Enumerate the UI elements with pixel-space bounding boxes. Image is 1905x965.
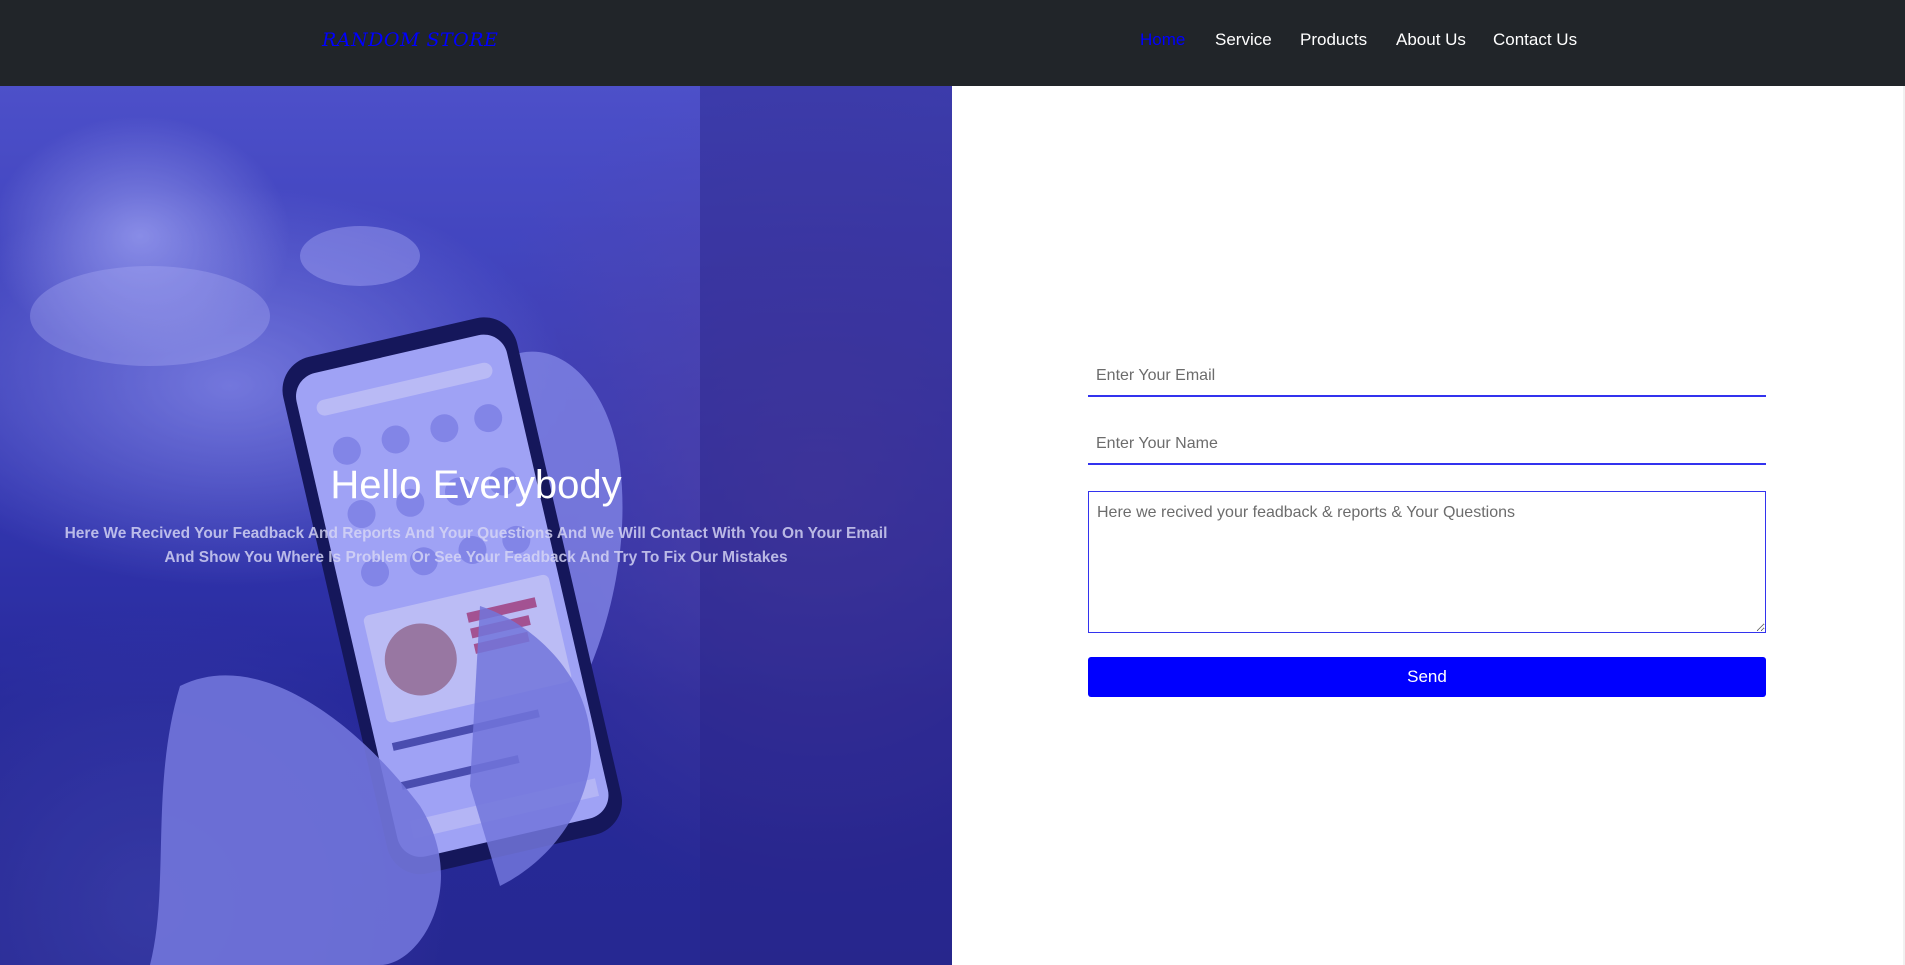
email-field[interactable] [1088, 357, 1766, 397]
nav-item-contact-us[interactable]: Contact Us [1493, 30, 1577, 50]
hero-description: Here We Recived Your Feadback And Report… [64, 525, 888, 566]
send-button[interactable]: Send [1088, 657, 1766, 697]
nav-item-home[interactable]: Home [1140, 30, 1185, 50]
brand-logo[interactable]: RANDOM STORE [322, 29, 498, 51]
hero-section: Hello Everybody Here We Recived Your Fea… [0, 86, 952, 965]
nav-item-products[interactable]: Products [1300, 30, 1367, 50]
nav-item-service[interactable]: Service [1215, 30, 1272, 50]
message-textarea[interactable] [1088, 491, 1766, 633]
name-field[interactable] [1088, 425, 1766, 465]
hero-title: Hello Everybody [330, 463, 622, 507]
nav-item-about-us[interactable]: About Us [1396, 30, 1466, 50]
navbar: RANDOM STORE Home Service Products About… [0, 0, 1905, 86]
